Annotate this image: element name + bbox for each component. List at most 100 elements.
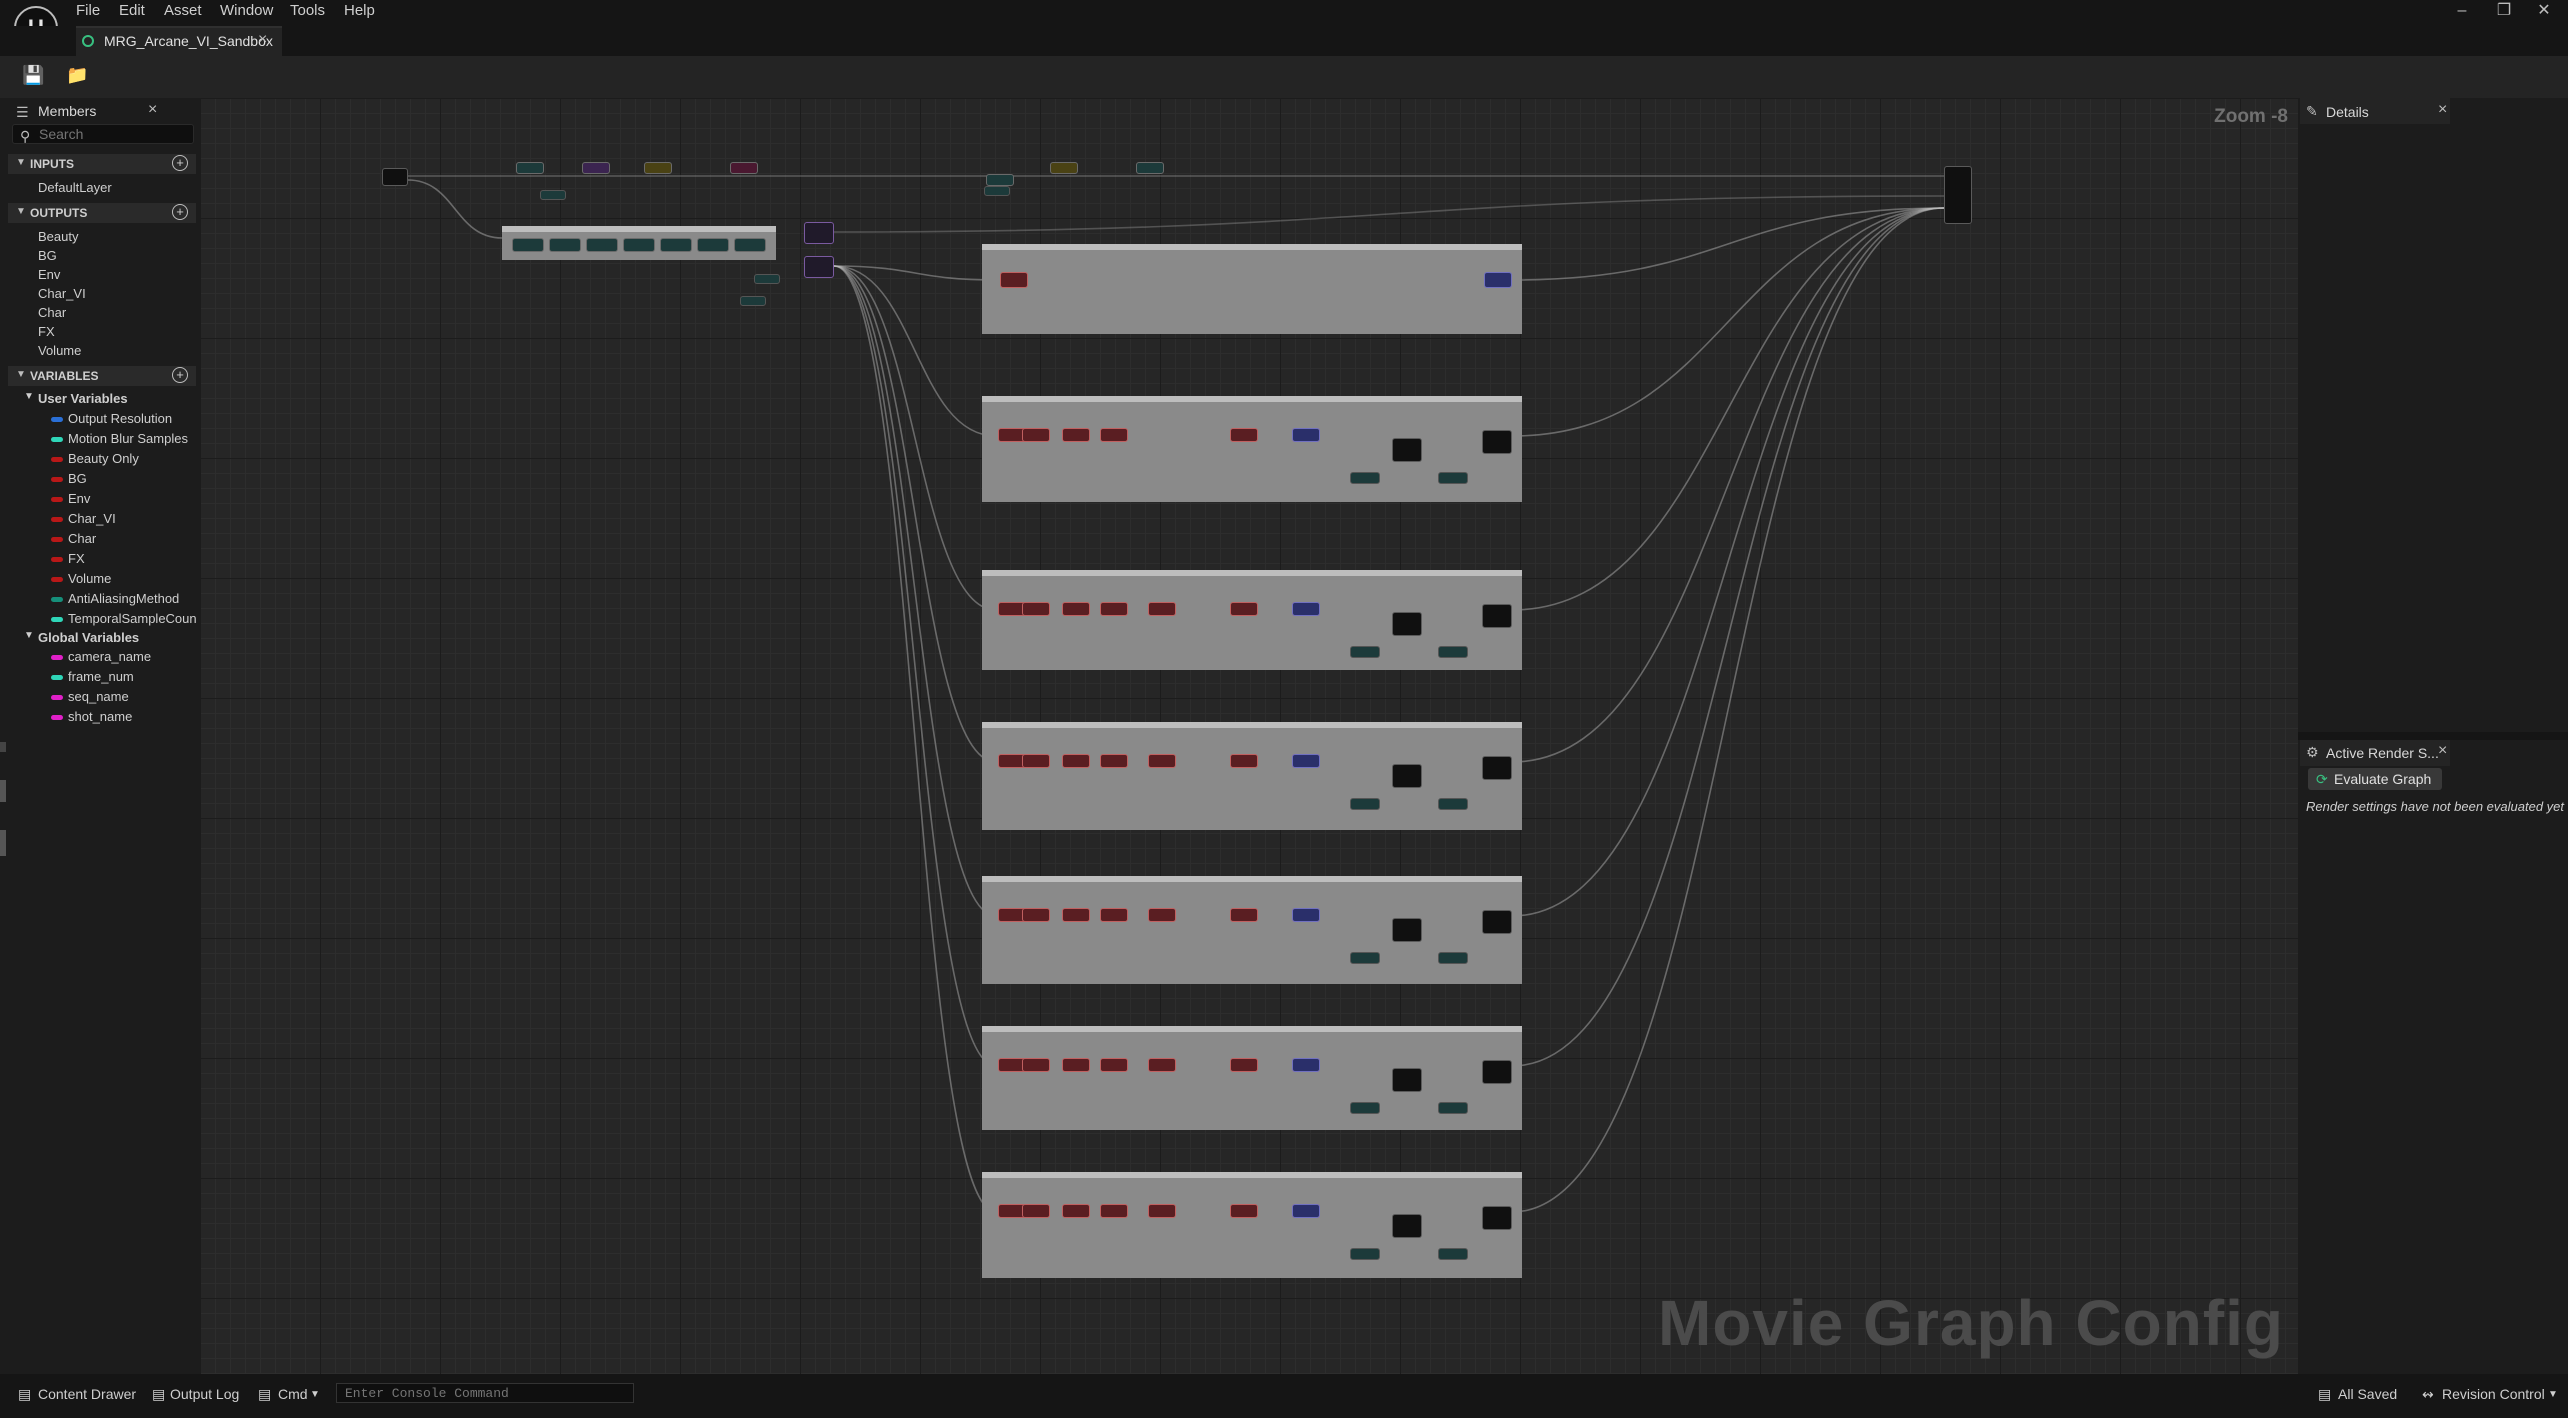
layer-node[interactable] [512,238,544,252]
setting-node[interactable] [1100,602,1128,616]
setting-node[interactable] [1292,428,1320,442]
setting-node[interactable] [1022,908,1050,922]
section-variables[interactable]: ▼ VARIABLES + [8,366,196,386]
section-outputs[interactable]: ▼ OUTPUTS + [8,203,196,223]
comment-group[interactable] [982,244,1522,334]
variable-node[interactable] [1136,162,1164,174]
menu-asset[interactable]: Asset [164,0,202,22]
variable-node[interactable] [582,162,610,174]
output-node[interactable] [1482,1060,1512,1084]
variable-item[interactable]: BG [51,470,87,488]
setting-node[interactable] [1022,428,1050,442]
variable-node[interactable] [984,186,1010,196]
setting-node[interactable] [1022,1058,1050,1072]
variable-item[interactable]: TemporalSampleCoun [51,610,197,628]
close-tab-icon[interactable]: × [258,31,267,49]
comment-group[interactable] [982,876,1522,984]
variable-node[interactable] [1350,952,1380,964]
setting-node[interactable] [1100,1204,1128,1218]
close-members-icon[interactable]: × [148,101,157,119]
cmd-dropdown[interactable]: Cmd [278,1386,308,1402]
global-variables-group[interactable]: ▼ Global Variables [24,630,139,645]
merge-node[interactable] [1392,918,1422,942]
browse-asset-icon[interactable]: 📁 [66,64,88,86]
setting-node[interactable] [1062,602,1090,616]
layer-node[interactable] [660,238,692,252]
merge-node[interactable] [1392,1214,1422,1238]
close-window-button[interactable]: ✕ [2524,0,2564,22]
variable-item[interactable]: frame_num [51,668,134,686]
output-item[interactable]: FX [38,323,55,341]
add-output-icon[interactable]: + [172,204,188,220]
variable-item[interactable]: Char [51,530,96,548]
comment-group[interactable] [982,722,1522,830]
collapse-caret-icon[interactable]: ▼ [16,206,26,217]
variable-item[interactable]: camera_name [51,648,151,666]
variable-item[interactable]: Env [51,490,90,508]
details-tab[interactable] [2300,98,2450,124]
variable-node[interactable] [1438,472,1468,484]
collapse-caret-icon[interactable]: ▼ [16,157,26,168]
variable-item[interactable]: Output Resolution [51,410,172,428]
collapse-caret-icon[interactable]: ▼ [16,369,26,380]
setting-node[interactable] [1022,754,1050,768]
set-node[interactable] [1000,272,1028,288]
setting-node[interactable] [1062,1058,1090,1072]
add-variable-icon[interactable]: + [172,367,188,383]
chevron-down-icon[interactable]: ▼ [310,1389,320,1400]
variable-node[interactable] [1438,1248,1468,1260]
variable-item[interactable]: Beauty Only [51,450,139,468]
collapsed-side-tabs[interactable] [0,720,8,860]
user-variables-group[interactable]: ▼ User Variables [24,391,128,406]
merge-node[interactable] [1392,764,1422,788]
comment-group[interactable] [982,1172,1522,1278]
setting-node[interactable] [1230,428,1258,442]
variable-node[interactable] [1438,646,1468,658]
output-node[interactable] [1482,756,1512,780]
variable-node[interactable] [1438,1102,1468,1114]
setting-node[interactable] [1292,1058,1320,1072]
output-item[interactable]: Beauty [38,228,78,246]
output-item[interactable]: Char_VI [38,285,86,303]
save-icon[interactable]: 💾 [22,64,44,86]
output-log-button[interactable]: Output Log [170,1386,239,1402]
setting-node[interactable] [1230,1058,1258,1072]
variable-node[interactable] [1438,798,1468,810]
variable-item[interactable]: FX [51,550,85,568]
content-drawer-button[interactable]: Content Drawer [38,1386,136,1402]
minimize-window-button[interactable]: – [2442,0,2482,22]
setting-node[interactable] [1100,428,1128,442]
close-details-icon[interactable]: × [2438,101,2447,119]
setting-node[interactable] [1062,1204,1090,1218]
members-search-input[interactable] [12,124,194,144]
switch-node[interactable] [804,256,834,278]
output-node[interactable] [1482,604,1512,628]
variable-item[interactable]: Volume [51,570,111,588]
variable-node[interactable] [540,190,566,200]
restore-window-button[interactable]: ❐ [2484,0,2524,22]
setting-node[interactable] [1022,1204,1050,1218]
output-item[interactable]: BG [38,247,57,265]
setting-node[interactable] [1230,602,1258,616]
setting-node[interactable] [1230,1204,1258,1218]
variable-node[interactable] [1438,952,1468,964]
variable-node[interactable] [730,162,758,174]
setting-node[interactable] [1148,602,1176,616]
close-active-render-icon[interactable]: × [2438,742,2447,760]
menu-help[interactable]: Help [344,0,375,22]
document-tab[interactable]: MRG_Arcane_VI_Sandbox × [76,26,282,56]
console-command-input[interactable] [336,1383,634,1403]
setting-node[interactable] [1148,1058,1176,1072]
merge-node[interactable] [1392,612,1422,636]
input-item[interactable]: DefaultLayer [38,179,112,197]
output-node[interactable] [1482,1206,1512,1230]
collapse-caret-icon[interactable]: ▼ [24,630,34,641]
variable-item[interactable]: shot_name [51,708,132,726]
setting-node[interactable] [1292,908,1320,922]
variable-node[interactable] [740,296,766,306]
setting-node[interactable] [1292,754,1320,768]
add-input-icon[interactable]: + [172,155,188,171]
layer-node[interactable] [586,238,618,252]
variable-node[interactable] [986,174,1014,186]
output-setting-node[interactable] [1484,272,1512,288]
